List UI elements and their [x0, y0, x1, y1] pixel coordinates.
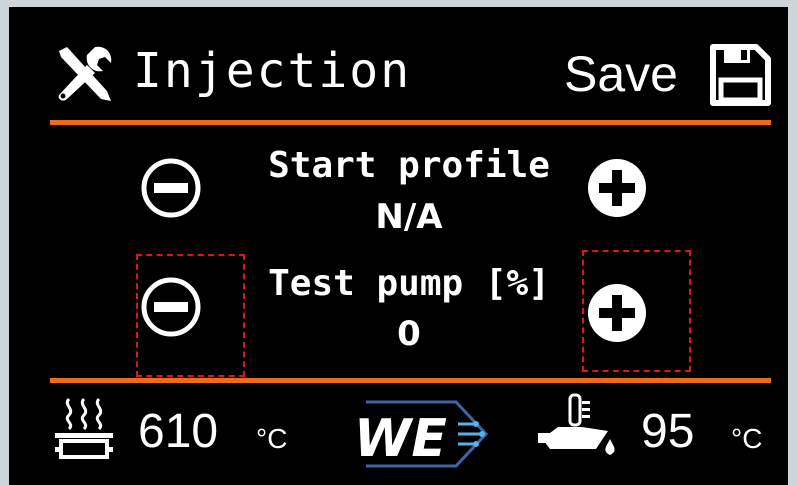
start-profile-value: N/A	[375, 197, 443, 237]
we-logo-text: WE	[354, 409, 447, 469]
footer-divider	[50, 378, 771, 383]
heater-temperature-icon	[55, 397, 113, 459]
test-pump-decrease-button[interactable]	[140, 276, 202, 338]
test-pump-label: Test pump [%]	[268, 263, 550, 304]
oil-temperature-unit: °C	[731, 423, 763, 454]
save-icon[interactable]	[708, 42, 773, 108]
start-profile-increase-button[interactable]	[586, 157, 648, 219]
header-divider	[50, 120, 771, 125]
page-title: Injection	[133, 43, 412, 99]
test-pump-value: 0	[397, 314, 421, 354]
oil-temperature-icon	[538, 393, 615, 455]
we-logo: WE	[354, 400, 489, 469]
save-label[interactable]: Save	[564, 49, 678, 99]
test-pump-increase-button[interactable]	[586, 282, 648, 344]
heater-temperature-value: 610	[138, 405, 219, 458]
start-profile-label: Start profile	[268, 145, 550, 186]
start-profile-decrease-button[interactable]	[140, 157, 202, 219]
device-screen: Injection Save Start profile N/A Test pu…	[9, 7, 788, 485]
oil-temperature-value: 95	[641, 405, 695, 458]
tools-icon	[58, 46, 112, 101]
heater-temperature-unit: °C	[256, 423, 288, 454]
